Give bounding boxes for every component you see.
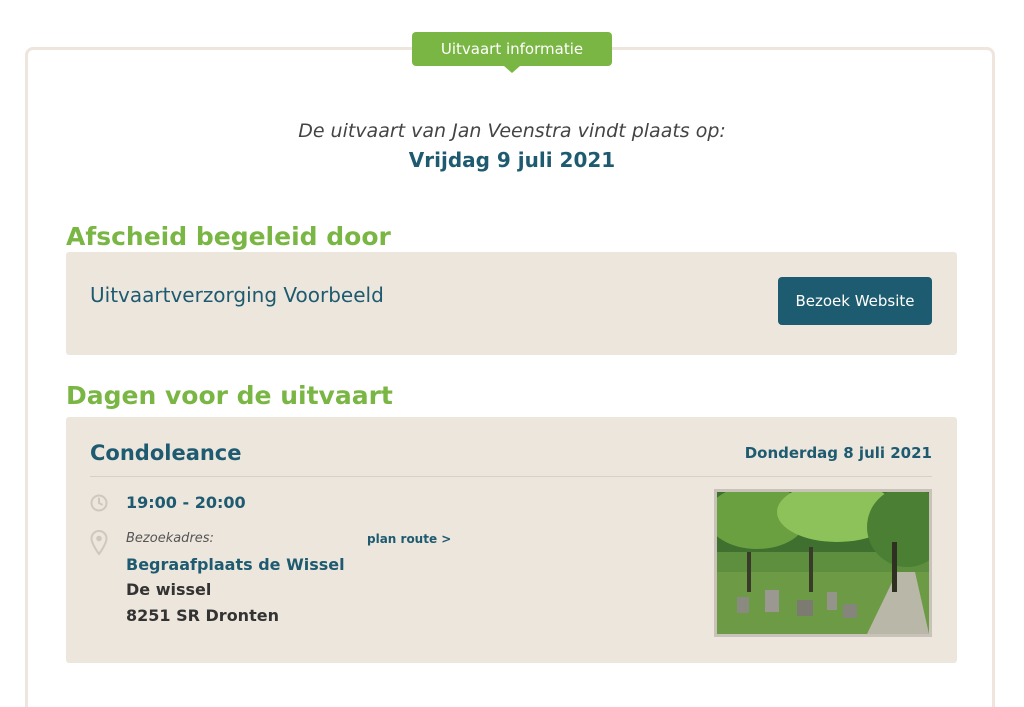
- location-pin-icon: [90, 529, 108, 560]
- funeral-date: Vrijdag 9 juli 2021: [408, 148, 616, 172]
- intro-text: De uitvaart van Jan Veenstra vindt plaat…: [298, 120, 726, 142]
- event-divider: [90, 476, 932, 477]
- visit-website-button[interactable]: Bezoek Website: [778, 277, 932, 325]
- event-title: Condoleance: [90, 441, 242, 465]
- event-date: Donderdag 8 juli 2021: [744, 444, 932, 462]
- event-panel: Condoleance Donderdag 8 juli 2021 19:00 …: [66, 417, 957, 663]
- location-name-link[interactable]: Begraafplaats de Wissel: [126, 555, 345, 574]
- clock-icon: [90, 494, 108, 516]
- address-label: Bezoekadres:: [126, 531, 214, 546]
- event-time: 19:00 - 20:00: [126, 493, 246, 512]
- section-badge: Uitvaart informatie: [412, 32, 612, 66]
- address-city: 8251 SR Dronten: [126, 606, 279, 625]
- cemetery-photo: [714, 489, 932, 637]
- organization-name: Uitvaartverzorging Voorbeeld: [90, 283, 384, 307]
- address-street: De wissel: [126, 580, 212, 599]
- guided-heading: Afscheid begeleid door: [66, 222, 391, 251]
- badge-arrow: [504, 66, 520, 73]
- guided-panel: Uitvaartverzorging Voorbeeld Bezoek Webs…: [66, 252, 957, 355]
- plan-route-link[interactable]: plan route >: [367, 532, 451, 546]
- days-heading: Dagen voor de uitvaart: [66, 381, 393, 410]
